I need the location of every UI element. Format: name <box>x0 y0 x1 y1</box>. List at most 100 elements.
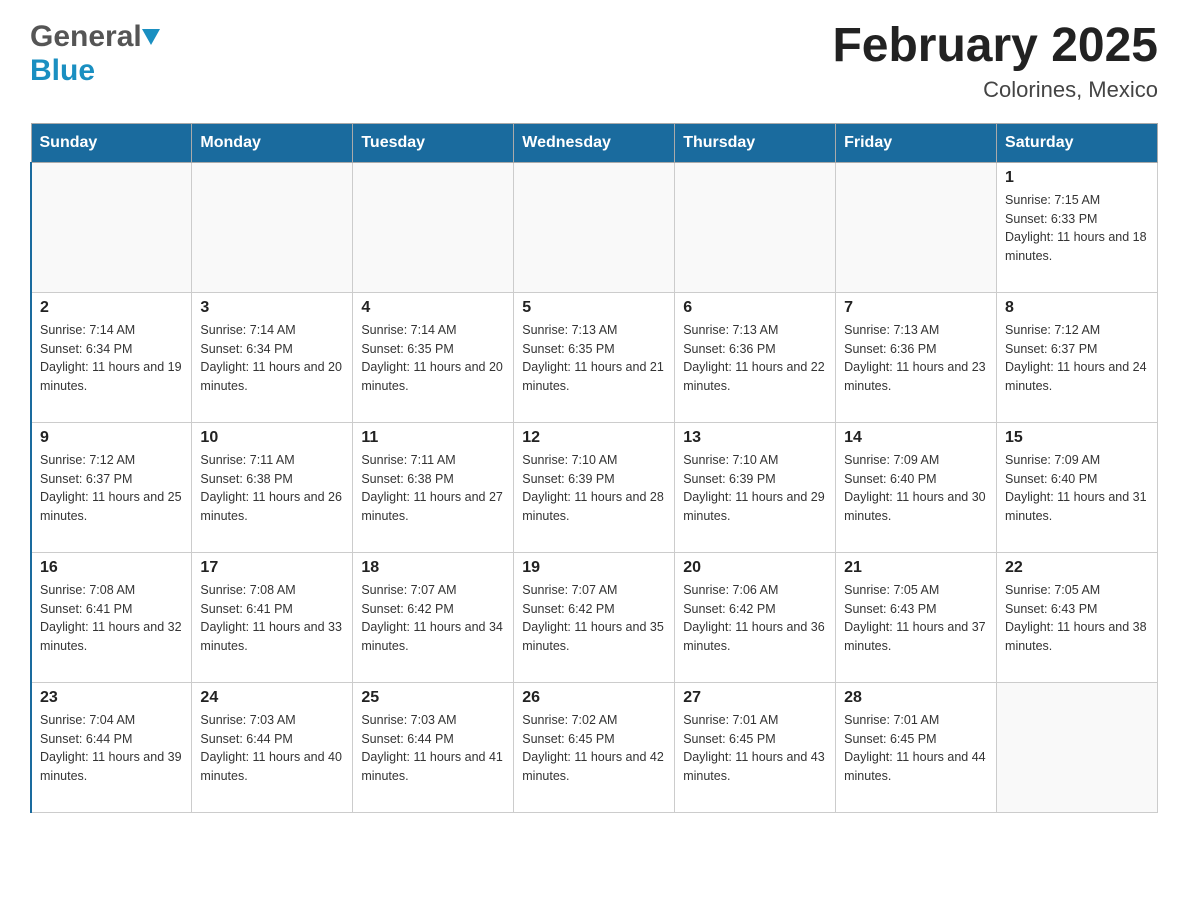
logo: General Blue <box>30 20 160 88</box>
calendar-cell: 9 Sunrise: 7:12 AMSunset: 6:37 PMDaylight… <box>31 422 192 552</box>
calendar-cell <box>353 162 514 292</box>
calendar-cell: 7 Sunrise: 7:13 AMSunset: 6:36 PMDaylight… <box>836 292 997 422</box>
day-info: Sunrise: 7:05 AMSunset: 6:43 PMDaylight:… <box>1005 581 1149 656</box>
day-info: Sunrise: 7:07 AMSunset: 6:42 PMDaylight:… <box>361 581 505 656</box>
calendar-cell: 12Sunrise: 7:10 AMSunset: 6:39 PMDayligh… <box>514 422 675 552</box>
day-number: 24 <box>200 689 344 707</box>
day-of-week-header: Tuesday <box>353 123 514 162</box>
day-of-week-header: Monday <box>192 123 353 162</box>
calendar-cell: 20 Sunrise: 7:06 AMSunset: 6:42 PMDayligh… <box>675 552 836 682</box>
calendar-week-row: 23 Sunrise: 7:04 AMSunset: 6:44 PMDayligh… <box>31 682 1158 812</box>
day-number: 15 <box>1005 429 1149 447</box>
logo-blue-text: Blue <box>30 54 95 87</box>
day-number: 8 <box>1005 299 1149 317</box>
calendar-cell: 22 Sunrise: 7:05 AMSunset: 6:43 PMDayligh… <box>997 552 1158 682</box>
day-number: 11 <box>361 429 505 447</box>
calendar-cell: 21 Sunrise: 7:05 AMSunset: 6:43 PMDayligh… <box>836 552 997 682</box>
day-of-week-header: Saturday <box>997 123 1158 162</box>
page-header: General Blue February 2025 Colorines, Me… <box>30 20 1158 103</box>
calendar-week-row: 9 Sunrise: 7:12 AMSunset: 6:37 PMDaylight… <box>31 422 1158 552</box>
calendar-cell: 14Sunrise: 7:09 AMSunset: 6:40 PMDayligh… <box>836 422 997 552</box>
calendar-cell: 17 Sunrise: 7:08 AMSunset: 6:41 PMDayligh… <box>192 552 353 682</box>
calendar-header-row: SundayMondayTuesdayWednesdayThursdayFrid… <box>31 123 1158 162</box>
calendar-cell: 25 Sunrise: 7:03 AMSunset: 6:44 PMDayligh… <box>353 682 514 812</box>
location-text: Colorines, Mexico <box>832 77 1158 103</box>
day-number: 25 <box>361 689 505 707</box>
day-info: Sunrise: 7:04 AMSunset: 6:44 PMDaylight:… <box>40 711 183 786</box>
day-info: Sunrise: 7:12 AMSunset: 6:37 PMDaylight:… <box>1005 321 1149 396</box>
calendar-cell <box>31 162 192 292</box>
day-info: Sunrise: 7:09 AMSunset: 6:40 PMDaylight:… <box>844 451 988 526</box>
day-info: Sunrise: 7:12 AMSunset: 6:37 PMDaylight:… <box>40 451 183 526</box>
day-number: 13 <box>683 429 827 447</box>
day-info: Sunrise: 7:10 AMSunset: 6:39 PMDaylight:… <box>683 451 827 526</box>
calendar-week-row: 2Sunrise: 7:14 AMSunset: 6:34 PMDaylight… <box>31 292 1158 422</box>
logo-general-text: General <box>30 20 142 54</box>
day-number: 27 <box>683 689 827 707</box>
month-title: February 2025 <box>832 20 1158 73</box>
day-number: 5 <box>522 299 666 317</box>
day-info: Sunrise: 7:03 AMSunset: 6:44 PMDaylight:… <box>361 711 505 786</box>
calendar-cell: 28Sunrise: 7:01 AMSunset: 6:45 PMDayligh… <box>836 682 997 812</box>
day-info: Sunrise: 7:13 AMSunset: 6:35 PMDaylight:… <box>522 321 666 396</box>
day-of-week-header: Wednesday <box>514 123 675 162</box>
day-number: 19 <box>522 559 666 577</box>
calendar-cell: 23 Sunrise: 7:04 AMSunset: 6:44 PMDayligh… <box>31 682 192 812</box>
calendar-table: SundayMondayTuesdayWednesdayThursdayFrid… <box>30 123 1158 813</box>
day-number: 17 <box>200 559 344 577</box>
calendar-cell <box>675 162 836 292</box>
calendar-week-row: 1 Sunrise: 7:15 AMSunset: 6:33 PMDaylight… <box>31 162 1158 292</box>
calendar-cell: 16 Sunrise: 7:08 AMSunset: 6:41 PMDayligh… <box>31 552 192 682</box>
day-info: Sunrise: 7:08 AMSunset: 6:41 PMDaylight:… <box>40 581 183 656</box>
day-info: Sunrise: 7:13 AMSunset: 6:36 PMDaylight:… <box>683 321 827 396</box>
calendar-week-row: 16 Sunrise: 7:08 AMSunset: 6:41 PMDayligh… <box>31 552 1158 682</box>
calendar-cell: 3Sunrise: 7:14 AMSunset: 6:34 PMDaylight… <box>192 292 353 422</box>
day-number: 3 <box>200 299 344 317</box>
day-number: 20 <box>683 559 827 577</box>
calendar-cell: 11 Sunrise: 7:11 AMSunset: 6:38 PMDayligh… <box>353 422 514 552</box>
day-number: 22 <box>1005 559 1149 577</box>
day-number: 21 <box>844 559 988 577</box>
day-number: 7 <box>844 299 988 317</box>
day-number: 1 <box>1005 169 1149 187</box>
day-info: Sunrise: 7:11 AMSunset: 6:38 PMDaylight:… <box>200 451 344 526</box>
day-number: 9 <box>40 429 183 447</box>
day-number: 10 <box>200 429 344 447</box>
day-info: Sunrise: 7:07 AMSunset: 6:42 PMDaylight:… <box>522 581 666 656</box>
day-number: 6 <box>683 299 827 317</box>
day-number: 16 <box>40 559 183 577</box>
day-info: Sunrise: 7:02 AMSunset: 6:45 PMDaylight:… <box>522 711 666 786</box>
calendar-cell: 13 Sunrise: 7:10 AMSunset: 6:39 PMDayligh… <box>675 422 836 552</box>
calendar-cell: 24 Sunrise: 7:03 AMSunset: 6:44 PMDayligh… <box>192 682 353 812</box>
day-of-week-header: Sunday <box>31 123 192 162</box>
calendar-cell <box>836 162 997 292</box>
day-info: Sunrise: 7:13 AMSunset: 6:36 PMDaylight:… <box>844 321 988 396</box>
calendar-cell: 2Sunrise: 7:14 AMSunset: 6:34 PMDaylight… <box>31 292 192 422</box>
day-info: Sunrise: 7:06 AMSunset: 6:42 PMDaylight:… <box>683 581 827 656</box>
calendar-cell: 10 Sunrise: 7:11 AMSunset: 6:38 PMDayligh… <box>192 422 353 552</box>
calendar-cell: 27 Sunrise: 7:01 AMSunset: 6:45 PMDayligh… <box>675 682 836 812</box>
day-number: 26 <box>522 689 666 707</box>
day-info: Sunrise: 7:14 AMSunset: 6:35 PMDaylight:… <box>361 321 505 396</box>
calendar-cell: 26 Sunrise: 7:02 AMSunset: 6:45 PMDayligh… <box>514 682 675 812</box>
day-info: Sunrise: 7:15 AMSunset: 6:33 PMDaylight:… <box>1005 191 1149 266</box>
calendar-cell: 4Sunrise: 7:14 AMSunset: 6:35 PMDaylight… <box>353 292 514 422</box>
calendar-cell <box>192 162 353 292</box>
calendar-cell: 15Sunrise: 7:09 AMSunset: 6:40 PMDayligh… <box>997 422 1158 552</box>
calendar-cell: 8 Sunrise: 7:12 AMSunset: 6:37 PMDaylight… <box>997 292 1158 422</box>
day-number: 23 <box>40 689 183 707</box>
day-number: 18 <box>361 559 505 577</box>
day-number: 12 <box>522 429 666 447</box>
calendar-cell: 19 Sunrise: 7:07 AMSunset: 6:42 PMDayligh… <box>514 552 675 682</box>
day-of-week-header: Friday <box>836 123 997 162</box>
logo-triangle-icon <box>142 29 160 50</box>
day-info: Sunrise: 7:08 AMSunset: 6:41 PMDaylight:… <box>200 581 344 656</box>
title-area: February 2025 Colorines, Mexico <box>832 20 1158 103</box>
day-info: Sunrise: 7:03 AMSunset: 6:44 PMDaylight:… <box>200 711 344 786</box>
day-info: Sunrise: 7:11 AMSunset: 6:38 PMDaylight:… <box>361 451 505 526</box>
calendar-cell: 18 Sunrise: 7:07 AMSunset: 6:42 PMDayligh… <box>353 552 514 682</box>
calendar-cell: 6 Sunrise: 7:13 AMSunset: 6:36 PMDaylight… <box>675 292 836 422</box>
day-info: Sunrise: 7:01 AMSunset: 6:45 PMDaylight:… <box>683 711 827 786</box>
day-info: Sunrise: 7:05 AMSunset: 6:43 PMDaylight:… <box>844 581 988 656</box>
calendar-cell: 5 Sunrise: 7:13 AMSunset: 6:35 PMDaylight… <box>514 292 675 422</box>
